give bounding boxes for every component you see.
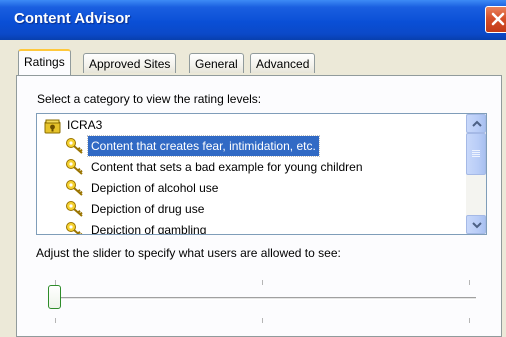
slider-track[interactable] [56, 297, 476, 300]
slider-instruction: Adjust the slider to specify what users … [36, 246, 341, 260]
thumb-grip-line [472, 154, 480, 155]
list-item-label: Content that sets a bad example for youn… [91, 160, 363, 174]
thumb-grip-line [472, 156, 480, 157]
key-icon [66, 159, 83, 175]
key-icon [66, 138, 83, 154]
close-button[interactable] [485, 6, 506, 33]
slider-tick [262, 318, 263, 323]
thumb-grip-line [472, 150, 480, 151]
key-icon [66, 180, 83, 196]
key-icon [66, 201, 83, 217]
category-listbox[interactable]: ICRA3 Content that creates fear, intimid… [36, 113, 487, 235]
list-item-label: Depiction of gambling [91, 223, 207, 235]
tab-general[interactable]: General [189, 53, 244, 73]
close-icon [491, 12, 505, 26]
chevron-down-icon [472, 222, 482, 229]
scroll-down-button[interactable] [466, 215, 486, 234]
list-item-label: ICRA3 [67, 118, 103, 132]
slider-tick [469, 280, 470, 285]
slider-tick [469, 318, 470, 323]
list-item-label: Content that creates fear, intimidation,… [87, 135, 320, 157]
chevron-up-icon [472, 120, 482, 127]
tab-ratings[interactable]: Ratings [18, 49, 71, 75]
window-title: Content Advisor [14, 10, 131, 27]
list-item-label: Depiction of drug use [91, 202, 205, 216]
slider-thumb[interactable] [48, 285, 61, 309]
tab-approved-sites[interactable]: Approved Sites [83, 53, 177, 73]
rating-system-icon [44, 119, 61, 134]
slider-tick [262, 280, 263, 285]
scroll-thumb[interactable] [466, 133, 486, 175]
scroll-up-button[interactable] [466, 114, 486, 133]
title-bar[interactable]: Content Advisor [0, 0, 506, 40]
key-icon [66, 222, 83, 234]
category-instruction: Select a category to view the rating lev… [37, 92, 262, 106]
slider-tick [55, 318, 56, 323]
list-item-label: Depiction of alcohol use [91, 181, 219, 195]
tab-advanced[interactable]: Advanced [250, 53, 316, 73]
thumb-grip-line [472, 152, 480, 153]
category-scrollbar[interactable] [466, 114, 486, 234]
